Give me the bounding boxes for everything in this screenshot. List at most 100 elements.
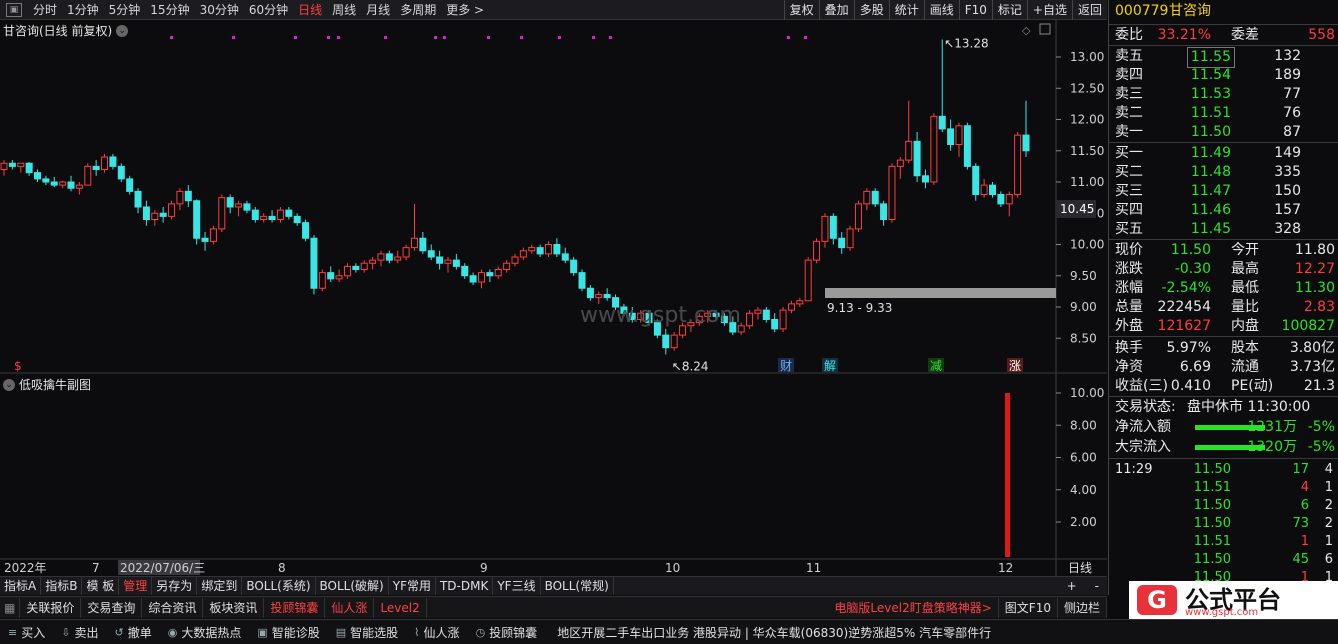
signal-dot	[384, 36, 387, 39]
minus-button[interactable]: -	[1087, 577, 1107, 595]
netflow-pct: -5%	[1307, 419, 1335, 435]
order-label: 买五	[1115, 221, 1143, 237]
bottom-tab[interactable]: 板块资讯	[203, 597, 265, 618]
price-tick-label: 10.00	[1070, 238, 1104, 252]
bottom-tab[interactable]: 交易查询	[81, 597, 143, 618]
candle-body	[126, 178, 134, 192]
price-tick-label: 11.50	[1070, 144, 1104, 158]
indicator-item[interactable]: 指标A	[0, 577, 42, 595]
action-icon: ↺	[114, 625, 124, 639]
bottom-tab[interactable]: 仙人涨	[325, 597, 375, 618]
indicator-item[interactable]: 模 板	[82, 577, 120, 595]
stat-value: 21.3	[1303, 378, 1335, 394]
stat-value: -2.54%	[1161, 280, 1211, 296]
kline-chart[interactable]: 13.0012.5012.0011.5011.0010.5010.009.509…	[0, 0, 1107, 576]
bottom-tab[interactable]: 综合资讯	[142, 597, 204, 618]
action-button[interactable]: ↺ 撤单	[106, 624, 159, 641]
stat-label: PE(动)	[1231, 378, 1274, 394]
action-icon: ◉	[167, 625, 178, 639]
event-marker[interactable]: $	[14, 359, 22, 373]
stat-row: 收益(三) 0.410 PE(动) 21.3	[1109, 377, 1338, 396]
indicator-item[interactable]: YF常用	[389, 577, 436, 595]
candle-body	[176, 190, 184, 205]
candle-body	[427, 250, 435, 258]
stat-label: 净资	[1115, 359, 1143, 375]
trade-status-label: 交易状态:	[1115, 399, 1176, 415]
action-button[interactable]: ⇩ 卖出	[53, 624, 106, 641]
event-marker[interactable]: 解	[824, 359, 836, 373]
logo-mark: G	[1137, 585, 1177, 615]
plus-button[interactable]: +	[1057, 577, 1087, 595]
stat-label: 收益(三)	[1115, 378, 1168, 394]
candle-body	[410, 237, 418, 249]
candle-body	[243, 203, 251, 211]
indicator-item[interactable]: BOLL(常规)	[541, 577, 614, 595]
indicator-item[interactable]: 绑定到	[197, 577, 243, 595]
action-button[interactable]: ▣ 智能诊股	[249, 624, 327, 641]
indicator-item[interactable]: 另存为	[152, 577, 198, 595]
action-button[interactable]: ◉ 大数据热点	[160, 624, 250, 641]
order-volume: 87	[1283, 124, 1301, 140]
indicator-item[interactable]: BOLL(系统)	[242, 577, 316, 595]
quote-panel: 000779 甘咨询 委比 33.21% 委差 558 卖五 11.55 132 卖四 11.54 1…	[1108, 0, 1338, 595]
right-tab[interactable]: 侧边栏	[1058, 597, 1107, 618]
chevron-down-icon[interactable]: ⌄	[116, 24, 129, 37]
news-ticker[interactable]: 地区开展二手车出口业务 港股异动 | 华众车载(06830)逆势涨超5% 汽车零…	[557, 624, 991, 641]
candle-body	[561, 253, 569, 261]
stat-value: 11.80	[1294, 242, 1335, 258]
candle-body	[327, 272, 335, 280]
grid-icon[interactable]: ▦	[0, 597, 21, 618]
stat-label: 现价	[1115, 242, 1143, 258]
candle-body	[863, 190, 871, 205]
indicator-item[interactable]: YF三线	[493, 577, 541, 595]
weibi-label: 委比	[1115, 27, 1143, 43]
action-button[interactable]: ▤ 智能选股	[328, 624, 406, 641]
signal-dot	[434, 36, 437, 39]
event-marker[interactable]: 涨	[1009, 358, 1021, 373]
stat-label: 量比	[1231, 299, 1259, 315]
diamond-icon[interactable]: ◇	[1022, 24, 1031, 37]
candle-body	[494, 269, 502, 277]
stat-label: 最低	[1231, 280, 1259, 296]
event-marker[interactable]: 财	[780, 359, 792, 373]
right-tab[interactable]: 电脑版Level2盯盘策略神器>	[828, 597, 999, 618]
price-tick-label: 9.50	[1070, 269, 1097, 283]
signal-bar	[1005, 393, 1010, 557]
sell-row: 卖四 11.54 189	[1109, 66, 1338, 85]
bigflow-label: 大宗流入	[1115, 439, 1171, 455]
candle-body	[662, 334, 670, 349]
indicator-item[interactable]: 管理	[119, 577, 153, 595]
stock-header: 000779 甘咨询	[1109, 2, 1338, 21]
stat-label: 内盘	[1231, 318, 1259, 334]
right-tab[interactable]: 图文F10	[999, 597, 1058, 618]
bottom-tab[interactable]: 投顾锦囊	[264, 597, 326, 618]
candle-body	[670, 334, 678, 349]
order-volume: 335	[1274, 164, 1301, 180]
indicator-item[interactable]: 指标B	[41, 577, 83, 595]
buy-row: 买三 11.47 150	[1109, 182, 1338, 201]
x-axis-label: 9	[480, 561, 488, 575]
action-button[interactable]: ◷ 投顾锦囊	[468, 624, 546, 641]
buy-row: 买四 11.46 157	[1109, 201, 1338, 220]
indicator-item[interactable]: TD-DMK	[436, 577, 494, 595]
indicator-item[interactable]: BOLL(破解)	[316, 577, 389, 595]
tick-row: 11.50 6 2	[1109, 496, 1338, 515]
x-axis-label: 7	[92, 561, 100, 575]
action-button[interactable]: ⌇ 仙人涨	[406, 624, 467, 641]
candle-body	[209, 228, 217, 242]
candle-body	[193, 200, 201, 239]
bottom-tab[interactable]: 关联报价	[20, 597, 82, 618]
action-button[interactable]: ≡ 买入	[0, 624, 53, 641]
bottom-tab[interactable]: Level2	[374, 597, 427, 618]
candle-body	[142, 206, 150, 220]
event-marker[interactable]: 减	[930, 359, 942, 373]
candle-body	[226, 197, 234, 208]
order-volume: 150	[1274, 183, 1301, 199]
tick-volume: 6	[1300, 498, 1309, 513]
order-price: 11.53	[1190, 86, 1231, 102]
chevron-down-icon[interactable]: ⌄	[3, 378, 15, 391]
order-price: 11.46	[1190, 202, 1231, 218]
candle-body	[947, 128, 955, 145]
stat-label: 涨跌	[1115, 261, 1143, 277]
tick-time: 11:29	[1115, 462, 1153, 477]
